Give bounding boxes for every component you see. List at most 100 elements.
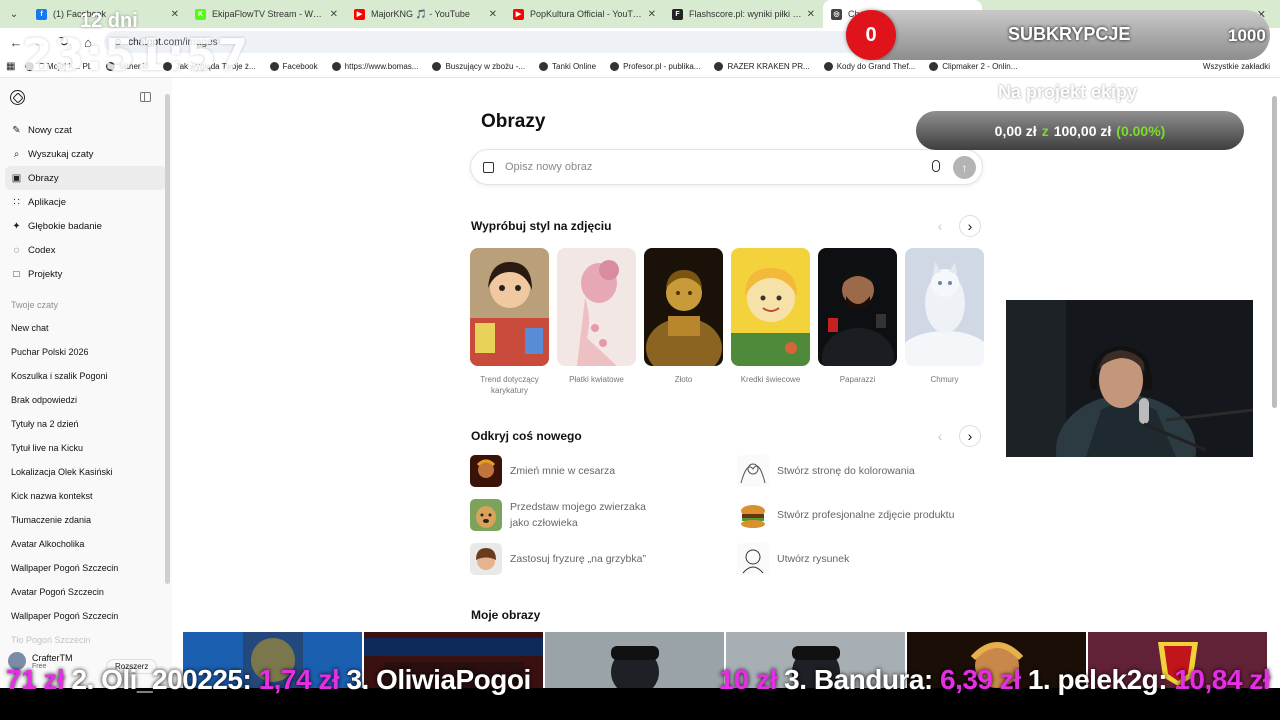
discover-item[interactable]: Utwórz rysunek <box>737 543 849 575</box>
main-scrollbar[interactable] <box>1272 96 1277 408</box>
microphone-icon[interactable] <box>932 160 940 172</box>
discover-item-label: Zastosuj fryzurę „na grzybka” <box>510 553 646 565</box>
chat-history-item[interactable]: Wallpaper Pogoń Szczecin <box>0 556 172 580</box>
webcam-image <box>1006 300 1253 457</box>
apps-grid-icon[interactable]: ▦ <box>6 61 15 72</box>
tab-title: Flashscore.pl: wyniki piłki nożnej <box>689 9 803 19</box>
chat-history-item[interactable]: Koszulka i szalik Pogoni <box>0 364 172 388</box>
chat-history-item[interactable]: Lokalizacja Olek Kasiński <box>0 460 172 484</box>
deep-research-icon: ✦ <box>12 220 21 232</box>
sidebar-item-nowy[interactable]: ✎ Nowy czat <box>5 118 167 142</box>
sidebar-item-projekty[interactable]: □ Projekty <box>5 262 167 286</box>
chat-history-item[interactable]: Tłumaczenie zdania <box>0 508 172 532</box>
tab-title: PopKultura Official - YouTube <box>530 9 644 19</box>
sidebar-item-głębokie[interactable]: ✦ Głębokie badanie <box>5 214 167 238</box>
discover-prev-icon[interactable]: ‹ <box>929 425 951 447</box>
all-bookmarks-link[interactable]: Wszystkie zakładki <box>1203 62 1270 71</box>
subscription-goal: 1000 <box>1228 26 1266 45</box>
ticker-segment: 10 zł <box>718 664 778 695</box>
sidebar-toggle-icon[interactable] <box>140 92 151 102</box>
tab-close-icon[interactable]: ✕ <box>489 9 497 20</box>
bookmark-item[interactable]: Facebook <box>269 62 318 71</box>
add-image-icon[interactable] <box>483 162 494 173</box>
style-card[interactable]: Kredki świecowe <box>731 248 810 396</box>
bookmark-item[interactable]: RAZER KRAKEN PR... <box>714 62 810 71</box>
tab-close-icon[interactable]: ✕ <box>171 9 179 20</box>
style-card[interactable]: Trend dotyczący karykatury <box>470 248 549 396</box>
bookmark-favicon-icon <box>539 62 549 71</box>
discover-next-icon[interactable]: › <box>959 425 981 447</box>
bookmark-item[interactable]: Profesor.pl - publika... <box>610 62 700 71</box>
image-prompt-input[interactable]: Opisz nowy obraz ↑ <box>470 149 983 185</box>
chat-history-item[interactable]: Wallpaper Pogoń Szczecin <box>0 604 172 628</box>
bookmark-label: Clipmaker 2 - Onlin... <box>942 62 1018 71</box>
donation-ticker-left: 71 zł 2. Oli_200225: 1,74 zł 3. OliwiaPo… <box>6 664 531 696</box>
bookmark-item[interactable]: Clipmaker 2 - Onlin... <box>929 62 1017 71</box>
send-button[interactable]: ↑ <box>953 156 976 179</box>
tab-close-icon[interactable]: ✕ <box>330 9 338 20</box>
style-thumbnail <box>905 248 984 366</box>
bookmark-item[interactable]: Tanki Online <box>539 62 596 71</box>
chat-history-item[interactable]: Puchar Polski 2026 <box>0 340 172 364</box>
tab-favicon-icon: ◎ <box>831 8 842 20</box>
sidebar-item-codex[interactable]: ◌ Codex <box>5 238 167 262</box>
tab-close-icon[interactable]: ✕ <box>648 9 656 20</box>
style-card[interactable]: Płatki kwiatowe <box>557 248 636 396</box>
donation-ticker-right: 10 zł 3. Bandura: 6,39 zł 1. pelek2g: 10… <box>718 664 1271 696</box>
browser-tab[interactable]: ▶ PopKultura Official - YouTube ✕ <box>505 0 664 28</box>
bookmark-item[interactable]: Kody do Grand Thef... <box>823 62 915 71</box>
discover-item[interactable]: Stwórz stronę do kolorowania <box>737 455 915 487</box>
webcam-feed <box>1006 300 1253 457</box>
bookmark-label: Profesor.pl - publika... <box>623 62 701 71</box>
folder-icon: □ <box>13 268 20 280</box>
bookmark-label: RAZER KRAKEN PR... <box>727 62 810 71</box>
chat-history-item[interactable]: Avatar Alkocholika <box>0 532 172 556</box>
discover-item[interactable]: Stwórz profesjonalne zdjęcie produktu <box>737 499 954 531</box>
styles-prev-icon[interactable]: ‹ <box>929 215 951 237</box>
sidebar-item-label: Codex <box>28 244 56 256</box>
browser-tab[interactable]: ▶ MajorKNG 🎵 - YouTube ✕ <box>346 0 505 28</box>
bookmark-item[interactable]: Buszujący w zbożu -... <box>432 62 525 71</box>
chats-section-label: Twoje czaty <box>11 300 59 310</box>
styles-next-icon[interactable]: › <box>959 215 981 237</box>
sidebar-scrollbar[interactable] <box>165 94 170 584</box>
bookmark-favicon-icon <box>929 62 939 71</box>
discover-item-label: Utwórz rysunek <box>777 553 850 565</box>
sidebar-item-label: Aplikacje <box>28 196 67 208</box>
bookmark-item[interactable]: https://www.bomas... <box>331 62 418 71</box>
chat-history-item[interactable]: New chat <box>0 316 172 340</box>
chat-history-item[interactable]: Tytuł live na Kicku <box>0 436 172 460</box>
ticker-segment: 1. pelek2g: <box>1020 664 1175 695</box>
chat-sidebar: ✎ Nowy czat ⌕ Wyszukaj czaty ▣ Obrazy ∷ Aplikac… <box>0 78 172 720</box>
tab-favicon-icon: F <box>672 8 683 20</box>
tab-close-icon[interactable]: ✕ <box>807 9 815 20</box>
discover-item[interactable]: Zastosuj fryzurę „na grzybka” <box>470 543 646 575</box>
style-card-label: Kredki świecowe <box>740 375 801 384</box>
bookmark-favicon-icon <box>714 62 724 71</box>
my-image-thumbnail[interactable] <box>545 632 724 688</box>
ticker-segment: 2. Oli_200225: <box>64 664 259 695</box>
style-thumbnail <box>644 248 723 366</box>
bookmark-favicon-icon <box>269 62 279 71</box>
chat-history-item[interactable]: Kick nazwa kontekst <box>0 484 172 508</box>
discover-thumbnail <box>470 499 502 531</box>
style-card[interactable]: Złoto <box>644 248 723 396</box>
style-card[interactable]: Paparazzi <box>818 248 897 396</box>
discover-item[interactable]: Zmień mnie w cesarza <box>470 455 615 487</box>
style-card[interactable]: Chmury <box>905 248 984 396</box>
discover-item[interactable]: Przedstaw mojego zwierzaka jako człowiek… <box>470 499 670 531</box>
my-images-title: Moje obrazy <box>471 608 541 622</box>
chat-history-item[interactable]: Avatar Pogoń Szczecin <box>0 580 172 604</box>
tab-search-icon[interactable]: ⌄ <box>0 0 28 28</box>
chat-history-item[interactable]: Brak odpowiedzi <box>0 388 172 412</box>
openai-logo-icon[interactable] <box>10 90 25 105</box>
project-goal-label: Na projekt ekipy <box>998 82 1138 102</box>
chat-history-item[interactable]: Tło Pogoń Szczecin <box>0 628 172 652</box>
sidebar-item-label: Głębokie badanie <box>28 220 102 232</box>
sidebar-item-wyszukaj[interactable]: ⌕ Wyszukaj czaty <box>5 142 167 166</box>
browser-tab[interactable]: K EkipaFlowTV Stream - Watch Live ✕ <box>187 0 346 28</box>
chat-history-item[interactable]: Tytuły na 2 dzień <box>0 412 172 436</box>
sidebar-item-obrazy[interactable]: ▣ Obrazy <box>5 166 167 190</box>
browser-tab[interactable]: F Flashscore.pl: wyniki piłki nożnej ✕ <box>664 0 823 28</box>
sidebar-item-aplikacje[interactable]: ∷ Aplikacje <box>5 190 167 214</box>
